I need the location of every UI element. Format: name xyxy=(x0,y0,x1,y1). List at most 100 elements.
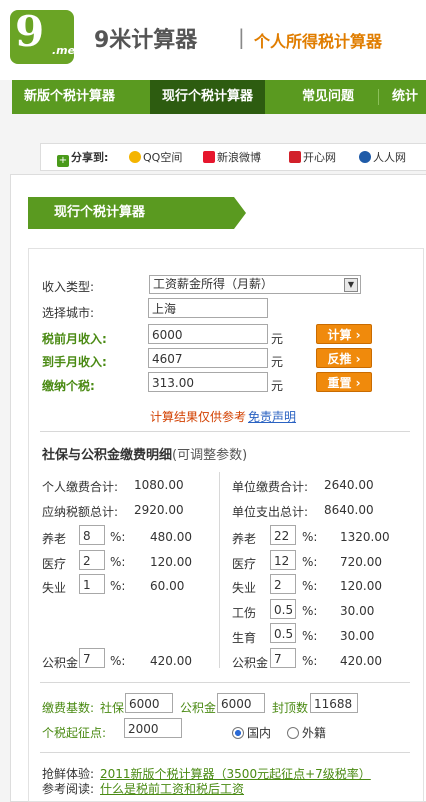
kaixin-icon xyxy=(289,151,301,163)
nav-item-stats[interactable]: 统计 xyxy=(392,80,418,114)
divider xyxy=(40,431,410,432)
share-label-wrap: + 分享到: xyxy=(57,149,108,167)
title-separator: | xyxy=(238,25,245,49)
weibo-icon xyxy=(203,151,215,163)
employer-medical-amount: 720.00 xyxy=(340,555,382,569)
employer-unemployment-label: 失业 xyxy=(232,581,257,595)
site-logo[interactable]: 9 .me xyxy=(10,7,76,64)
percent-sign: %: xyxy=(302,604,318,618)
radio-foreign-icon[interactable] xyxy=(287,727,299,739)
nav-item-faq[interactable]: 常见问题 xyxy=(302,80,354,114)
pre-tax-label: 税前月收入: xyxy=(42,332,107,346)
employer-total-label: 单位缴费合计: xyxy=(232,480,309,494)
social-base-label: 社保 xyxy=(100,701,125,715)
percent-sign: %: xyxy=(302,530,318,544)
insurance-title-note: (可调整参数) xyxy=(172,448,248,463)
social-base-input[interactable]: 6000 xyxy=(125,693,173,713)
tax-label: 缴纳个税: xyxy=(42,379,95,393)
personal-medical-amount: 120.00 xyxy=(150,555,192,569)
employer-injury-amount: 30.00 xyxy=(340,604,375,618)
employer-pension-label: 养老 xyxy=(232,532,257,546)
share-bar: + 分享到: QQ空间 新浪微博 开心网 人人网 xyxy=(40,143,426,171)
reset-button[interactable]: 重置 › xyxy=(316,372,372,392)
personal-fund-rate[interactable]: 7 xyxy=(79,648,105,668)
pre-tax-input[interactable]: 6000 xyxy=(148,324,268,344)
read-link[interactable]: 什么是税前工资和税后工资 xyxy=(100,780,244,797)
personal-total-value: 1080.00 xyxy=(134,478,184,492)
radio-domestic-label: 国内 xyxy=(247,726,272,740)
page-subtitle: 个人所得税计算器 xyxy=(254,32,383,51)
personal-unemployment-rate[interactable]: 1 xyxy=(79,574,105,594)
renren-icon xyxy=(359,151,371,163)
radio-domestic-icon[interactable] xyxy=(232,727,244,739)
employer-maternity-rate[interactable]: 0.5 xyxy=(270,623,296,643)
nav-item-current-calculator[interactable]: 现行个税计算器 xyxy=(150,80,266,114)
personal-pension-amount: 480.00 xyxy=(150,530,192,544)
read-label: 参考阅读: xyxy=(42,782,95,796)
radio-foreign[interactable]: 外籍 xyxy=(287,724,326,741)
employer-medical-rate[interactable]: 12 xyxy=(270,550,296,570)
employer-maternity-amount: 30.00 xyxy=(340,629,375,643)
income-type-select[interactable]: 工资薪金所得（月薪） ▼ xyxy=(149,275,361,294)
insurance-title: 社保与公积金缴费明细 xyxy=(42,448,173,463)
calculate-button[interactable]: 计算 › xyxy=(316,324,372,344)
take-home-input[interactable]: 4607 xyxy=(148,348,268,368)
city-label: 选择城市: xyxy=(42,306,95,320)
logo-number: 9 xyxy=(15,7,45,56)
radio-foreign-label: 外籍 xyxy=(302,726,327,740)
plus-icon: + xyxy=(57,155,69,167)
share-renren-label: 人人网 xyxy=(373,151,406,164)
divider xyxy=(40,682,410,683)
employer-fund-rate[interactable]: 7 xyxy=(270,648,296,668)
column-divider xyxy=(219,472,220,668)
take-home-unit: 元 xyxy=(271,355,284,369)
fund-base-input[interactable]: 6000 xyxy=(217,693,265,713)
personal-pension-label: 养老 xyxy=(42,532,67,546)
radio-domestic[interactable]: 国内 xyxy=(232,724,271,741)
percent-sign: %: xyxy=(302,629,318,643)
personal-fund-amount: 420.00 xyxy=(150,654,192,668)
employer-injury-label: 工伤 xyxy=(232,606,257,620)
employer-pension-amount: 1320.00 xyxy=(340,530,390,544)
taxable-total-value: 2920.00 xyxy=(134,503,184,517)
threshold-input[interactable]: 2000 xyxy=(124,718,182,738)
share-renren[interactable]: 人人网 xyxy=(359,149,406,165)
logo-suffix: .me xyxy=(52,44,76,57)
employer-injury-rate[interactable]: 0.5 xyxy=(270,599,296,619)
share-kaixin-label: 开心网 xyxy=(303,151,336,164)
base-label: 缴费基数: xyxy=(42,701,95,715)
employer-spend-value: 8640.00 xyxy=(324,503,374,517)
disclaimer-link[interactable]: 免责声明 xyxy=(248,408,296,425)
tax-input[interactable]: 313.00 xyxy=(148,372,268,392)
tax-unit: 元 xyxy=(271,379,284,393)
personal-total-label: 个人缴费合计: xyxy=(42,480,119,494)
percent-sign: %: xyxy=(110,530,126,544)
site-name[interactable]: 9米计算器 xyxy=(94,22,197,54)
dropdown-arrow-icon[interactable]: ▼ xyxy=(344,278,358,292)
nav-item-new-calculator[interactable]: 新版个税计算器 xyxy=(24,80,115,114)
personal-pension-rate[interactable]: 8 xyxy=(79,525,105,545)
employer-unemployment-rate[interactable]: 2 xyxy=(270,574,296,594)
personal-unemployment-label: 失业 xyxy=(42,581,67,595)
employer-pension-rate[interactable]: 22 xyxy=(270,525,296,545)
personal-medical-rate[interactable]: 2 xyxy=(79,550,105,570)
reverse-button[interactable]: 反推 › xyxy=(316,348,372,368)
share-qzone-label: QQ空间 xyxy=(143,151,183,164)
taxable-total-label: 应纳税额总计: xyxy=(42,505,119,519)
employer-spend-label: 单位支出总计: xyxy=(232,505,309,519)
qzone-icon xyxy=(129,151,141,163)
share-qzone[interactable]: QQ空间 xyxy=(129,149,182,165)
income-type-value: 工资薪金所得（月薪） xyxy=(153,277,274,291)
take-home-label: 到手月收入: xyxy=(42,355,107,369)
pre-tax-unit: 元 xyxy=(271,332,284,346)
share-weibo[interactable]: 新浪微博 xyxy=(203,149,261,165)
percent-sign: %: xyxy=(302,654,318,668)
percent-sign: %: xyxy=(302,579,318,593)
employer-fund-label: 公积金 xyxy=(232,656,269,670)
share-kaixin[interactable]: 开心网 xyxy=(289,149,336,165)
city-input[interactable]: 上海 xyxy=(148,298,268,318)
employer-fund-amount: 420.00 xyxy=(340,654,382,668)
panel-tab-title: 现行个税计算器 xyxy=(28,197,246,229)
cap-input[interactable]: 11688 xyxy=(310,693,358,713)
cap-label: 封顶数 xyxy=(272,701,309,715)
